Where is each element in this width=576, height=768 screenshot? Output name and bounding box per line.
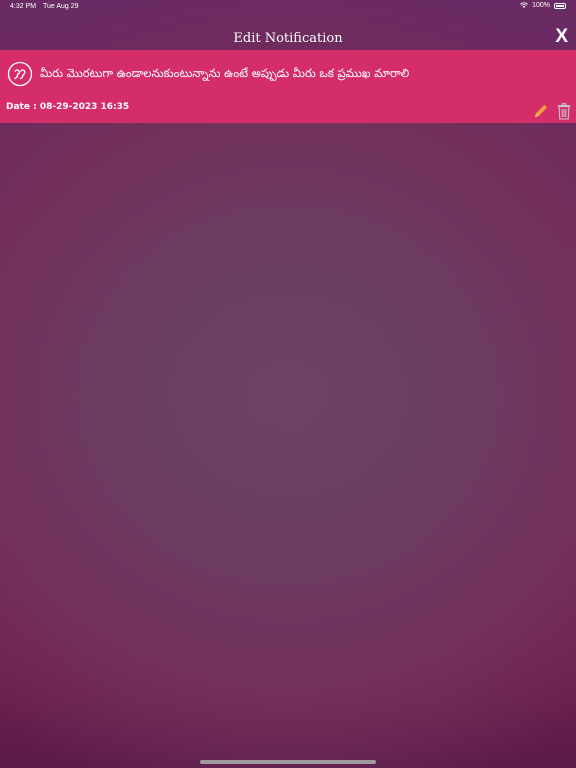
notification-card[interactable]: మీరు మొరటుగా ఉండాలనుకుంటున్నాను ఉంటే అప్… [0, 50, 576, 123]
notification-date: Date : 08-29-2023 16:35 [6, 102, 130, 112]
wifi-icon [520, 2, 528, 8]
status-date: Tue Aug 29 [43, 3, 79, 10]
battery-icon [554, 2, 566, 9]
delete-icon[interactable] [557, 103, 571, 120]
close-button[interactable]: X [555, 26, 568, 48]
edit-icon[interactable] [533, 103, 549, 119]
battery-percentage: 100% [532, 2, 550, 9]
notification-message: మీరు మొరటుగా ఉండాలనుకుంటున్నాను ఉంటే అప్… [40, 66, 410, 80]
page-title: Edit Notification [233, 31, 343, 46]
status-indicators: 100% [520, 2, 566, 9]
status-time: 4:32 PM [10, 3, 37, 10]
status-bar: 4:32 PM Tue Aug 29 100% [0, 0, 576, 14]
quote-icon [7, 61, 33, 87]
home-indicator[interactable] [200, 760, 376, 764]
navigation-bar: Edit Notification X [0, 26, 576, 52]
